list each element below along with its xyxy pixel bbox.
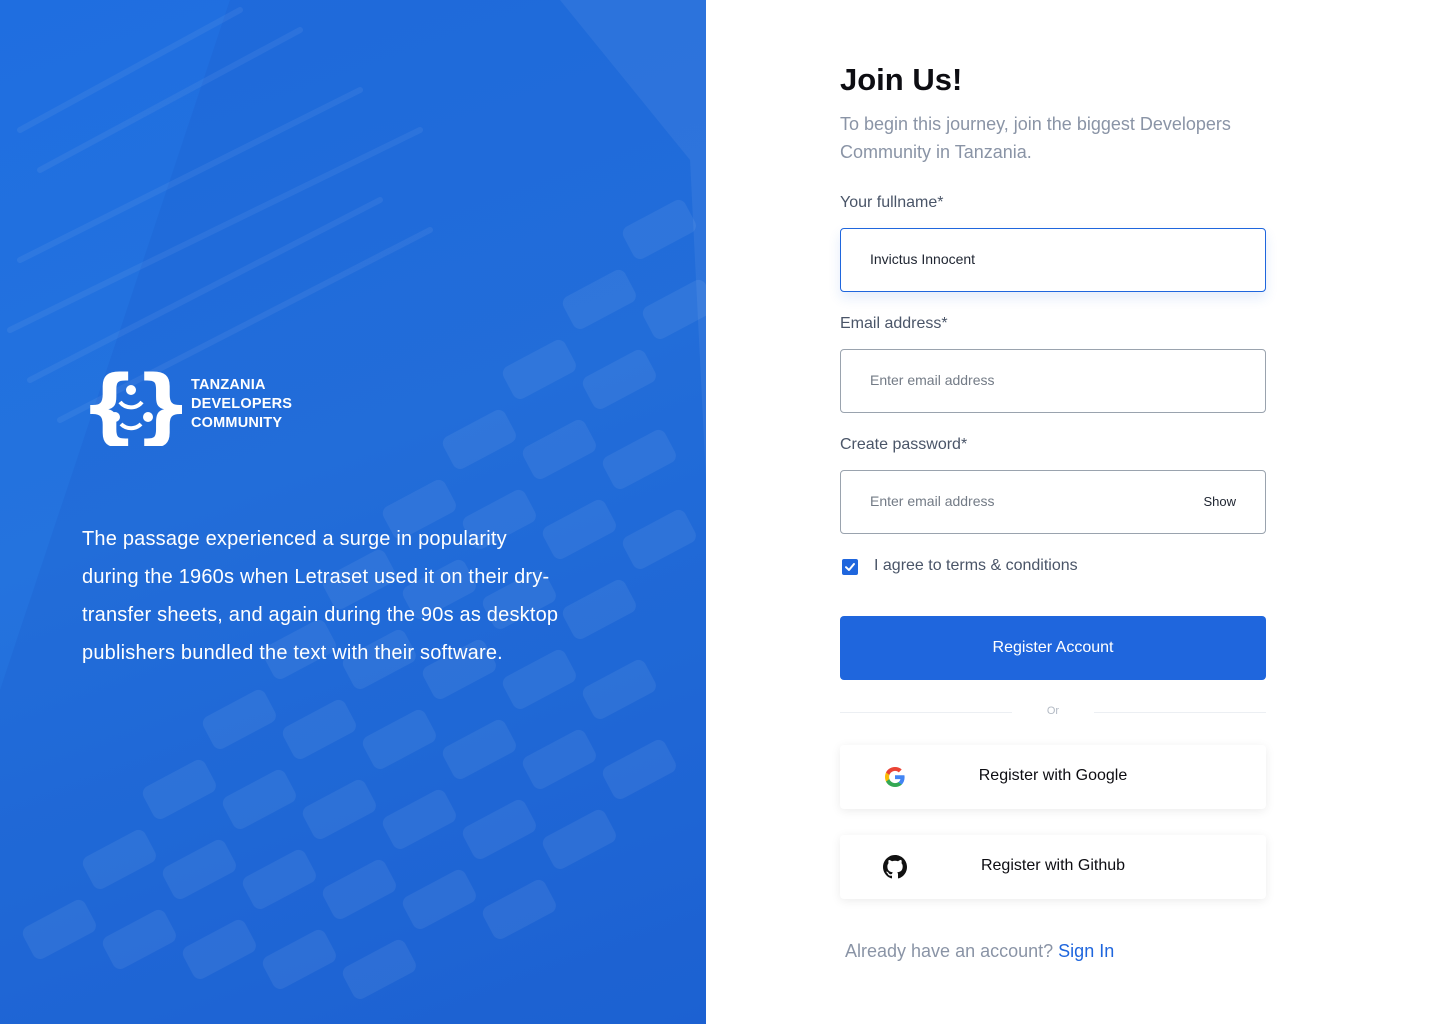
fullname-input[interactable]: Invictus Innocent xyxy=(840,228,1266,292)
fullname-label: Your fullname* xyxy=(840,194,944,211)
show-password-toggle[interactable]: Show xyxy=(1203,494,1236,509)
terms-label: I agree to terms & conditions xyxy=(874,557,1078,574)
hero-panel: { } TANZANIA DEVELOPERS COMMUNITY The pa… xyxy=(0,0,706,1024)
terms-checkbox[interactable] xyxy=(842,559,858,575)
password-label: Create password* xyxy=(840,436,968,453)
sign-in-link[interactable]: Sign In xyxy=(1058,941,1114,961)
brand-line-1: TANZANIA xyxy=(191,377,266,393)
brand-logo: { } TANZANIA DEVELOPERS COMMUNITY xyxy=(80,359,322,454)
hero-tagline: The passage experienced a surge in popul… xyxy=(82,528,559,664)
page-subtitle: To begin this journey, join the biggest … xyxy=(840,114,1231,162)
laptop-background-image xyxy=(0,0,706,1024)
email-placeholder: Enter email address xyxy=(870,372,995,388)
email-input[interactable]: Enter email address xyxy=(840,349,1266,413)
register-github-button[interactable]: Register with Github xyxy=(840,835,1266,899)
brand-line-3: COMMUNITY xyxy=(191,415,283,431)
brand-wordmark: TANZANIA DEVELOPERS COMMUNITY xyxy=(191,376,292,433)
email-label: Email address* xyxy=(840,315,948,332)
register-google-button[interactable]: Register with Google xyxy=(840,745,1266,809)
page-title: Join Us! xyxy=(840,62,963,97)
password-input[interactable]: Enter email address Show xyxy=(840,470,1266,534)
community-logo-icon: { } xyxy=(80,359,192,454)
signin-prompt-text: Already have an account? xyxy=(845,941,1054,961)
register-github-label: Register with Github xyxy=(980,857,1126,874)
fullname-value: Invictus Innocent xyxy=(870,251,976,267)
signin-prompt: Already have an account? Sign In xyxy=(845,941,1114,962)
svg-text:{: { xyxy=(82,364,138,446)
password-placeholder: Enter email address xyxy=(870,493,995,509)
brand-line-2: DEVELOPERS xyxy=(191,396,293,412)
register-google-label: Register with Google xyxy=(978,767,1128,784)
divider-text: Or xyxy=(1046,705,1060,717)
check-icon xyxy=(845,563,855,571)
register-account-button[interactable]: Register Account xyxy=(840,616,1266,680)
